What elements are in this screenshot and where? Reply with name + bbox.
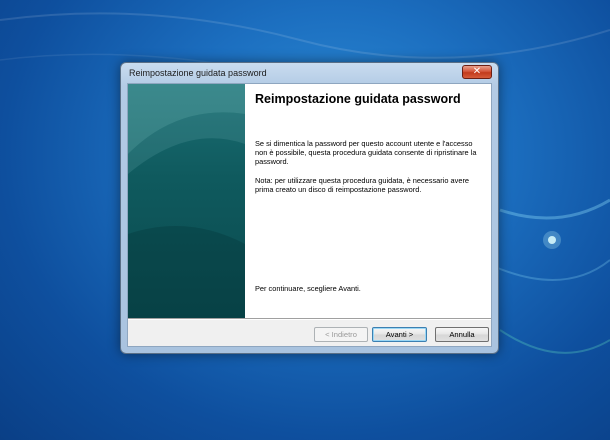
footer-separator <box>128 318 491 320</box>
wizard-continue-hint: Per continuare, scegliere Avanti. <box>255 284 361 293</box>
wizard-description: Se si dimentica la password per questo a… <box>255 139 477 167</box>
wizard-client-area: Reimpostazione guidata password Se si di… <box>127 83 492 347</box>
wizard-heading: Reimpostazione guidata password <box>255 92 461 106</box>
close-button[interactable]: ✕ <box>462 65 492 79</box>
back-button[interactable]: < Indietro <box>314 327 368 342</box>
wizard-side-banner <box>128 84 245 318</box>
wizard-banner-graphic <box>128 84 245 318</box>
window-titlebar[interactable]: Reimpostazione guidata password ✕ <box>121 63 498 85</box>
close-icon: ✕ <box>472 66 482 77</box>
wizard-content: Reimpostazione guidata password Se si di… <box>245 84 491 318</box>
wizard-note: Nota: per utilizzare questa procedura gu… <box>255 176 470 195</box>
cancel-button[interactable]: Annulla <box>435 327 489 342</box>
window-title: Reimpostazione guidata password <box>129 68 267 78</box>
wizard-window: Reimpostazione guidata password ✕ Reimpo… <box>120 62 499 354</box>
next-button[interactable]: Avanti > <box>372 327 427 342</box>
